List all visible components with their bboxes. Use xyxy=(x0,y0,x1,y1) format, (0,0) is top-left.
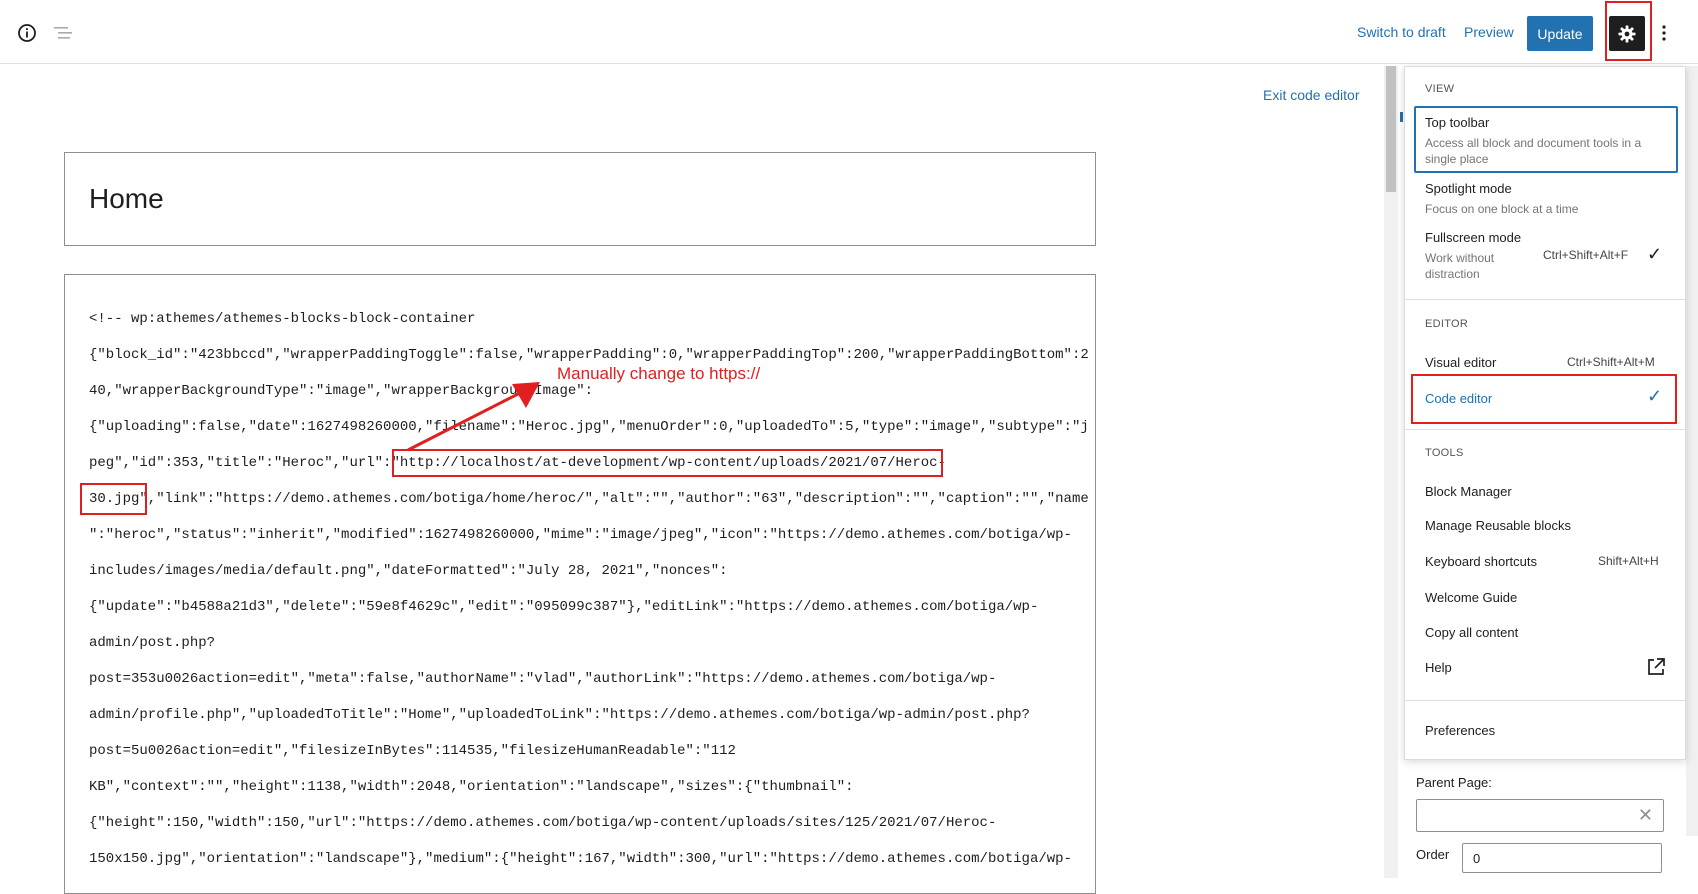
code-line: {"height":150,"width":150,"url":"https:/… xyxy=(89,815,997,831)
spotlight-mode-item[interactable]: Spotlight mode xyxy=(1425,181,1512,196)
post-title: Home xyxy=(89,183,164,214)
list-view-icon[interactable] xyxy=(52,22,76,44)
code-line: ":"heroc","status":"inherit","modified":… xyxy=(89,527,1072,543)
tools-section-label: TOOLS xyxy=(1425,447,1464,459)
preview-button[interactable]: Preview xyxy=(1464,24,1514,40)
visual-editor-shortcut: Ctrl+Shift+Alt+M xyxy=(1567,355,1655,369)
sidebar-scrollbar[interactable] xyxy=(1686,66,1698,836)
panel-edge-mark xyxy=(1400,112,1403,122)
fullscreen-mode-item[interactable]: Fullscreen mode xyxy=(1425,230,1521,245)
code-line: post=353u0026action=edit","meta":false,"… xyxy=(89,671,997,687)
code-line: {"block_id":"423bbccd","wrapperPaddingTo… xyxy=(89,347,1089,363)
fullscreen-mode-desc: distraction xyxy=(1425,267,1480,281)
parent-page-select[interactable]: ✕ xyxy=(1416,799,1664,832)
options-more-icon[interactable] xyxy=(1656,20,1672,46)
menu-divider xyxy=(1405,700,1685,701)
code-line: KB","context":"","height":1138,"width":2… xyxy=(89,779,854,795)
visual-editor-item[interactable]: Visual editor xyxy=(1425,355,1496,370)
code-line: <!-- wp:athemes/athemes-blocks-block-con… xyxy=(89,311,476,327)
code-line: 30.jpg","link":"https://demo.athemes.com… xyxy=(89,491,1089,507)
top-toolbar-desc: single place xyxy=(1425,152,1489,166)
keyboard-shortcuts-shortcut: Shift+Alt+H xyxy=(1598,554,1659,568)
code-line: post=5u0026action=edit","filesizeInBytes… xyxy=(89,743,736,759)
editor-scrollbar-thumb[interactable] xyxy=(1386,66,1396,192)
editor-header: Switch to draft Preview Update xyxy=(0,0,1698,64)
manage-reusable-blocks-item[interactable]: Manage Reusable blocks xyxy=(1425,518,1571,533)
details-info-icon[interactable] xyxy=(16,22,38,44)
clear-icon[interactable]: ✕ xyxy=(1638,805,1653,826)
annotation-text: Manually change to https:// xyxy=(557,364,761,383)
post-title-field[interactable]: Home xyxy=(64,152,1096,246)
fullscreen-check-icon: ✓ xyxy=(1647,244,1663,264)
menu-divider xyxy=(1405,429,1685,430)
spotlight-mode-desc: Focus on one block at a time xyxy=(1425,202,1579,216)
order-input[interactable]: 0 xyxy=(1462,843,1662,873)
top-toolbar-desc: Access all block and document tools in a xyxy=(1425,136,1642,150)
parent-page-label: Parent Page: xyxy=(1416,775,1492,790)
block-manager-item[interactable]: Block Manager xyxy=(1425,484,1512,499)
editor-section-label: EDITOR xyxy=(1425,318,1469,330)
order-value: 0 xyxy=(1473,851,1481,866)
keyboard-shortcuts-item[interactable]: Keyboard shortcuts xyxy=(1425,554,1537,569)
switch-to-draft-button[interactable]: Switch to draft xyxy=(1357,24,1446,40)
welcome-guide-item[interactable]: Welcome Guide xyxy=(1425,590,1517,605)
url-end-highlight-box xyxy=(80,483,147,515)
fullscreen-mode-desc: Work without xyxy=(1425,251,1495,265)
copy-all-content-item[interactable]: Copy all content xyxy=(1425,625,1518,640)
exit-code-editor-button[interactable]: Exit code editor xyxy=(1263,87,1360,103)
options-dropdown-menu: VIEW Top toolbar Access all block and do… xyxy=(1404,66,1686,760)
code-line: 150x150.jpg","orientation":"landscape"},… xyxy=(89,851,1072,867)
code-line: {"uploading":false,"date":1627498260000,… xyxy=(89,419,1089,435)
menu-divider xyxy=(1405,299,1685,300)
code-line: admin/profile.php","uploadedToTitle":"Ho… xyxy=(89,707,1030,723)
code-line: admin/post.php? xyxy=(89,635,216,651)
top-toolbar-label: Top toolbar xyxy=(1425,115,1490,130)
update-button[interactable]: Update xyxy=(1527,16,1593,51)
settings-highlight-box xyxy=(1605,1,1652,61)
external-link-icon xyxy=(1648,658,1665,675)
help-item[interactable]: Help xyxy=(1425,660,1452,675)
annotation-arrow xyxy=(407,382,540,452)
code-line: {"update":"b4588a21d3","delete":"59e8f46… xyxy=(89,599,1039,615)
code-editor-highlight-box xyxy=(1411,374,1677,424)
order-label: Order xyxy=(1416,847,1450,862)
view-section-label: VIEW xyxy=(1425,83,1455,95)
fullscreen-shortcut: Ctrl+Shift+Alt+F xyxy=(1543,248,1629,262)
preferences-item[interactable]: Preferences xyxy=(1425,723,1495,738)
code-line: includes/images/media/default.png","date… xyxy=(89,563,728,579)
